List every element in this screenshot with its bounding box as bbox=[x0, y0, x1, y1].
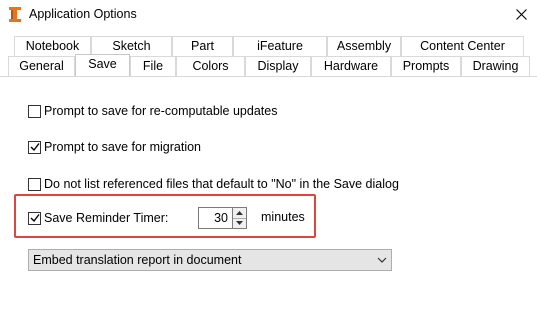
tab-general[interactable]: General bbox=[8, 56, 75, 76]
title-bar: Application Options bbox=[0, 0, 537, 30]
close-button[interactable] bbox=[505, 0, 537, 28]
reminder-timer-option[interactable]: Save Reminder Timer: bbox=[28, 210, 168, 226]
prompt-migration-label: Prompt to save for migration bbox=[44, 140, 202, 154]
stepper-down-button[interactable] bbox=[233, 217, 246, 228]
tab-content-center[interactable]: Content Center bbox=[401, 36, 524, 56]
tab-assembly[interactable]: Assembly bbox=[327, 36, 401, 56]
reminder-timer-checkbox[interactable] bbox=[28, 211, 41, 225]
reminder-minutes-input[interactable]: 30 bbox=[198, 207, 232, 229]
minutes-label: minutes bbox=[261, 210, 305, 224]
no-list-referenced-checkbox[interactable] bbox=[28, 177, 41, 191]
prompt-recompute-checkbox[interactable] bbox=[28, 104, 41, 118]
chevron-up-icon bbox=[236, 210, 243, 215]
tab-hardware[interactable]: Hardware bbox=[311, 56, 391, 76]
tab-ifeature[interactable]: iFeature bbox=[233, 36, 327, 56]
tab-file[interactable]: File bbox=[130, 56, 176, 76]
reminder-timer-label: Save Reminder Timer: bbox=[44, 211, 169, 225]
window-title: Application Options bbox=[29, 7, 137, 21]
translation-report-dropdown[interactable]: Embed translation report in document bbox=[28, 249, 392, 271]
tab-row-bottom: General Save File Colors Display Hardwar… bbox=[0, 54, 537, 76]
chevron-down-icon bbox=[377, 257, 387, 263]
tab-save[interactable]: Save bbox=[75, 54, 130, 76]
checkmark-icon bbox=[30, 143, 40, 152]
chevron-down-icon bbox=[236, 221, 243, 226]
tab-part[interactable]: Part bbox=[172, 36, 233, 56]
stepper-buttons bbox=[232, 207, 247, 229]
stepper-up-button[interactable] bbox=[233, 208, 246, 218]
reminder-minutes-stepper[interactable]: 30 bbox=[198, 207, 247, 229]
tab-sketch[interactable]: Sketch bbox=[91, 36, 172, 56]
tab-row-top: Notebook Sketch Part iFeature Assembly C… bbox=[0, 36, 537, 56]
tab-notebook[interactable]: Notebook bbox=[14, 36, 91, 56]
prompt-migration-option[interactable]: Prompt to save for migration bbox=[28, 139, 201, 155]
tab-display[interactable]: Display bbox=[245, 56, 311, 76]
tab-colors[interactable]: Colors bbox=[176, 56, 245, 76]
no-list-referenced-label: Do not list referenced files that defaul… bbox=[44, 177, 399, 191]
prompt-recompute-option[interactable]: Prompt to save for re-computable updates bbox=[28, 103, 277, 119]
checkmark-icon bbox=[30, 214, 40, 223]
tab-prompts[interactable]: Prompts bbox=[391, 56, 461, 76]
tab-drawing[interactable]: Drawing bbox=[461, 56, 530, 76]
options-tabs: Notebook Sketch Part iFeature Assembly C… bbox=[0, 36, 537, 77]
prompt-recompute-label: Prompt to save for re-computable updates bbox=[44, 104, 278, 118]
prompt-migration-checkbox[interactable] bbox=[28, 140, 41, 154]
translation-report-value: Embed translation report in document bbox=[33, 253, 242, 267]
no-list-referenced-option[interactable]: Do not list referenced files that defaul… bbox=[28, 176, 399, 192]
inventor-i-icon bbox=[9, 7, 21, 22]
close-icon bbox=[515, 8, 527, 20]
